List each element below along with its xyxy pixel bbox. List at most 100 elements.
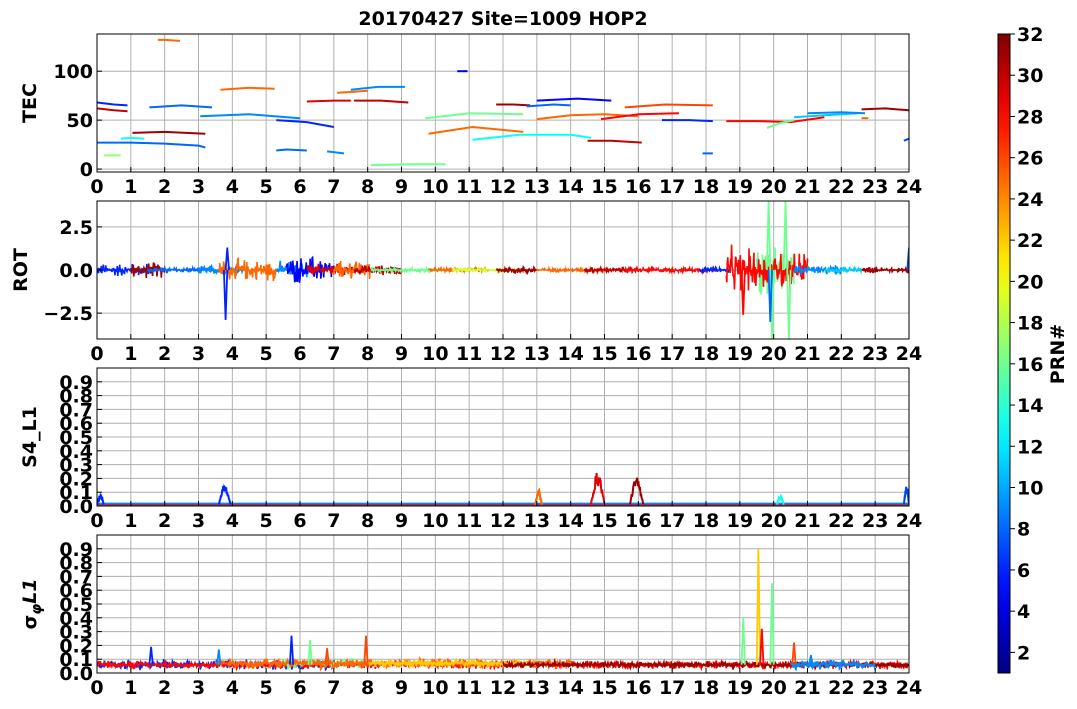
colorbar-tick-label: 6 (1017, 560, 1030, 582)
x-tick-label: 18 (693, 343, 719, 365)
x-tick-label: 12 (490, 510, 516, 532)
series-line-prn-25 (157, 38, 180, 42)
y-axis-label: S4_L1 (19, 406, 41, 468)
x-tick-label: 19 (727, 343, 753, 365)
x-tick-label: 24 (896, 176, 922, 198)
series-line-prn-30 (587, 139, 642, 144)
x-tick-label: 6 (293, 176, 306, 198)
series-line-prn-25 (337, 89, 368, 94)
x-tick-label: 10 (422, 510, 448, 532)
x-tick-label: 9 (395, 510, 408, 532)
x-tick-label: 4 (226, 176, 239, 198)
x-tick-label: 14 (557, 343, 583, 365)
spike-prn-16 (786, 269, 792, 339)
x-tick-label: 13 (524, 176, 550, 198)
x-tick-label: 3 (192, 677, 205, 699)
x-tick-label: 11 (456, 510, 482, 532)
x-tick-label: 19 (727, 510, 753, 532)
series-line-prn-5 (536, 97, 612, 102)
x-tick-label: 6 (293, 343, 306, 365)
x-tick-label: 15 (591, 510, 617, 532)
spike-prn-6 (223, 269, 229, 321)
colorbar-tick-label: 30 (1017, 65, 1043, 87)
colorbar-tick-label: 10 (1017, 477, 1043, 499)
y-tick-label: 2.5 (59, 217, 93, 239)
x-tick-label: 18 (693, 677, 719, 699)
x-tick-label: 20 (760, 677, 786, 699)
x-tick-label: 2 (158, 176, 171, 198)
colorbar-tick-label: 16 (1017, 354, 1043, 376)
x-tick-label: 16 (625, 510, 651, 532)
x-tick-label: 2 (158, 510, 171, 532)
x-tick-label: 1 (124, 677, 137, 699)
x-tick-label: 14 (557, 677, 583, 699)
x-tick-label: 1 (124, 343, 137, 365)
series-line-prn-8 (276, 148, 307, 152)
x-tick-label: 1 (124, 510, 137, 532)
colorbar-tick-label: 2 (1017, 642, 1030, 664)
spike-prn-22 (755, 548, 761, 665)
colorbar-tick-label: 4 (1017, 601, 1030, 623)
series-line-prn-25 (428, 125, 524, 135)
x-tick-label: 10 (422, 677, 448, 699)
x-tick-label: 3 (192, 510, 205, 532)
series-line-prn-30 (97, 107, 128, 113)
x-tick-label: 17 (659, 343, 685, 365)
x-tick-label: 5 (260, 677, 273, 699)
y-axis-label: σφL1 (19, 578, 45, 629)
x-tick-label: 8 (361, 677, 374, 699)
figure-title: 20170427 Site=1009 HOP2 (358, 8, 647, 30)
x-tick-label: 9 (395, 677, 408, 699)
x-tick-label: 5 (260, 510, 273, 532)
series-line-prn-13 (120, 136, 145, 140)
series-line-prn-8 (97, 141, 206, 149)
series-line-prn-7 (903, 137, 909, 142)
series-noise-prn-6 (698, 265, 730, 274)
x-tick-label: 24 (896, 677, 922, 699)
spike-prn-6 (224, 247, 230, 271)
y-axis-label: ROT (10, 248, 32, 292)
x-tick-label: 7 (327, 677, 340, 699)
x-tick-label: 13 (524, 677, 550, 699)
x-tick-label: 15 (591, 343, 617, 365)
colorbar-tick-label: 28 (1017, 106, 1043, 128)
x-tick-label: 6 (293, 510, 306, 532)
panel-3: 0 1 2 3 4 5 6 7 8 9 10 11 12 13 14 15 16 17 18 19 20 21 22 23 24… (19, 367, 922, 532)
colorbar: 2468101214161820222426283032PRN# (997, 24, 1069, 674)
x-tick-label: 1 (124, 176, 137, 198)
series-line-prn-31 (132, 130, 206, 135)
series-line-prn-8 (149, 104, 213, 109)
burst-prn-25 (534, 487, 543, 505)
panel-4: 0 1 2 3 4 5 6 7 8 9 10 11 12 13 14 15 16 17 18 19 20 21 22 23 24… (19, 534, 922, 699)
x-tick-label: 7 (327, 343, 340, 365)
series-line-prn-11 (793, 112, 859, 119)
x-tick-label: 5 (260, 176, 273, 198)
x-tick-label: 15 (591, 677, 617, 699)
x-tick-label: 22 (828, 510, 854, 532)
series-line-prn-6 (276, 119, 334, 128)
x-tick-label: 21 (794, 343, 820, 365)
series-line-prn-9 (326, 150, 345, 155)
series-line-prn-16 (370, 163, 446, 167)
x-tick-label: 14 (557, 510, 583, 532)
grid (96, 368, 910, 507)
burst-prn-29 (590, 473, 606, 505)
colorbar-label: PRN# (1047, 324, 1069, 384)
x-tick-label: 24 (896, 343, 922, 365)
x-tick-label: 18 (693, 176, 719, 198)
figure: 20170427 Site=1009 HOP2 0 1 2 3 4 5 6 7 8 9 10 11 12… (10, 8, 1069, 699)
x-tick-label: 16 (625, 176, 651, 198)
x-tick-label: 17 (659, 677, 685, 699)
panels: 0 1 2 3 4 5 6 7 8 9 10 11 12 13 14 15 16 17 18 19 20 21 22 23 24… (10, 33, 922, 699)
burst-prn-7 (902, 486, 909, 505)
x-tick-label: 0 (90, 343, 103, 365)
x-tick-label: 6 (293, 677, 306, 699)
series-line-prn-13 (472, 133, 592, 141)
x-tick-label: 14 (557, 176, 583, 198)
x-tick-label: 20 (760, 510, 786, 532)
y-axis-label: TEC (19, 83, 41, 123)
x-tick-label: 11 (456, 343, 482, 365)
x-tick-label: 3 (192, 343, 205, 365)
series-line-prn-9 (350, 85, 405, 91)
colorbar-tick-label: 12 (1017, 436, 1043, 458)
